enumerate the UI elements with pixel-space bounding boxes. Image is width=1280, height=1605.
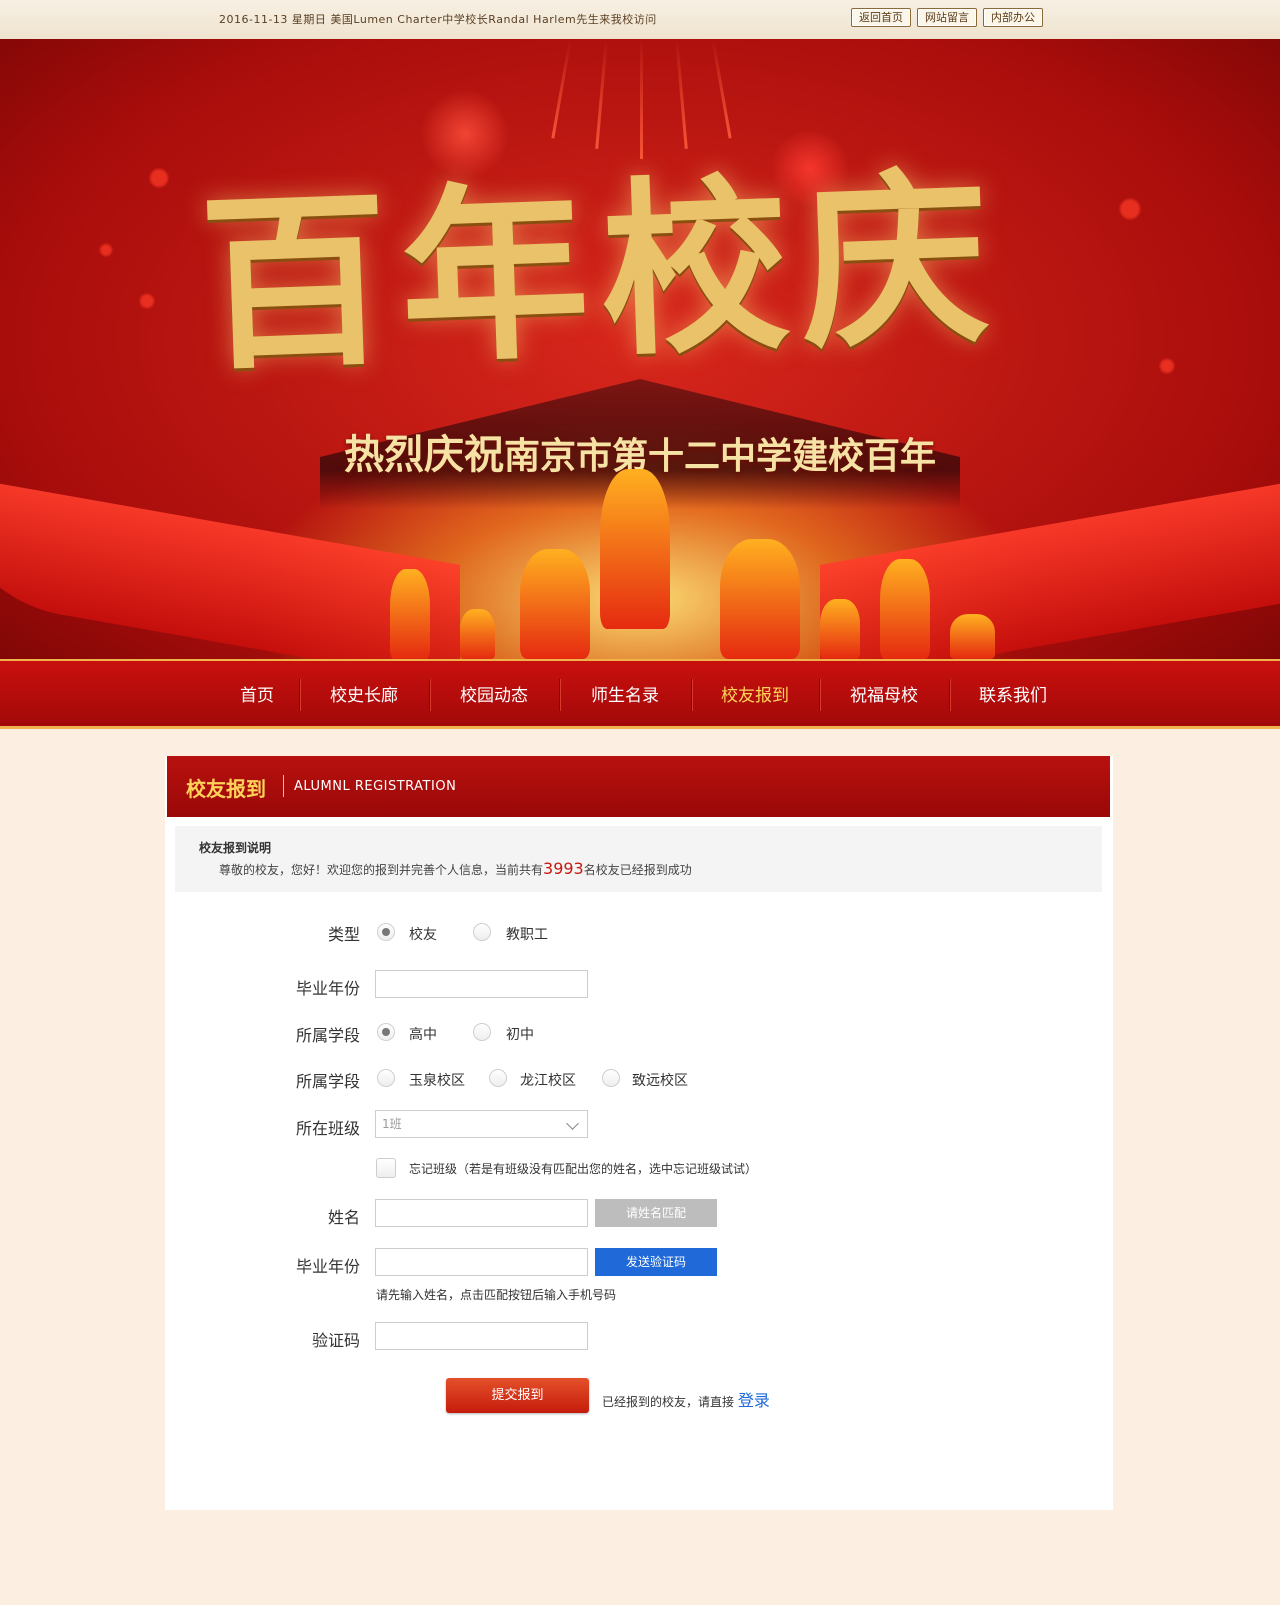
athlete-silhouette <box>390 569 430 659</box>
login-link[interactable]: 登录 <box>738 1391 770 1410</box>
athlete-silhouette <box>950 614 995 659</box>
class-select[interactable]: 1班 <box>375 1110 588 1138</box>
athlete-silhouette <box>820 599 860 659</box>
stage-radio-senior[interactable] <box>377 1023 395 1041</box>
registration-form: 类型 校友 教职工 毕业年份 所属学段 高中 初中 所属学段 玉泉校区 龙江校区… <box>165 756 1113 1510</box>
type-option-staff[interactable]: 教职工 <box>506 924 548 944</box>
bokeh-dot <box>1160 359 1174 373</box>
intranet-link[interactable]: 内部办公 <box>983 8 1043 27</box>
send-code-button[interactable]: 发送验证码 <box>595 1248 717 1276</box>
bokeh-dot <box>1120 199 1140 219</box>
nav-item-news[interactable]: 校园动态 <box>429 661 559 726</box>
grad-year-label: 毕业年份 <box>295 979 360 998</box>
code-label: 验证码 <box>311 1331 360 1350</box>
phone-label: 毕业年份 <box>295 1257 360 1276</box>
bokeh-dot <box>100 244 112 256</box>
stage-radio-junior[interactable] <box>473 1023 491 1041</box>
stage-label: 所属学段 <box>295 1026 360 1045</box>
top-bar: 2016-11-13 星期日 美国Lumen Charter中学校长Randal… <box>0 0 1280 40</box>
registration-panel: 校友报到 ALUMNL REGISTRATION 校友报到说明 尊敬的校友，您好… <box>165 756 1113 1510</box>
home-link[interactable]: 返回首页 <box>851 8 911 27</box>
nav-item-contact[interactable]: 联系我们 <box>949 661 1077 726</box>
nav-item-directory[interactable]: 师生名录 <box>559 661 691 726</box>
code-input[interactable] <box>375 1322 588 1350</box>
type-radio-staff[interactable] <box>473 923 491 941</box>
athlete-silhouette <box>600 469 670 629</box>
bokeh-dot <box>150 169 168 187</box>
news-ticker[interactable]: 2016-11-13 星期日 美国Lumen Charter中学校长Randal… <box>219 11 657 27</box>
bokeh-dot <box>140 294 154 308</box>
class-label: 所在班级 <box>295 1119 360 1138</box>
athlete-silhouette <box>520 549 590 659</box>
campus-option-longjiang[interactable]: 龙江校区 <box>520 1070 576 1090</box>
top-links: 返回首页 网站留言 内部办公 <box>851 8 1043 27</box>
type-label: 类型 <box>327 925 360 944</box>
athlete-silhouette <box>460 609 495 659</box>
stage-option-senior[interactable]: 高中 <box>409 1024 437 1044</box>
main-nav: 首页 校史长廊 校园动态 师生名录 校友报到 祝福母校 联系我们 <box>0 659 1280 729</box>
phone-hint: 请先输入姓名，点击匹配按钮后输入手机号码 <box>376 1288 617 1302</box>
login-tip-text: 已经报到的校友，请直接 <box>602 1395 738 1409</box>
name-label: 姓名 <box>327 1208 360 1227</box>
name-input[interactable] <box>375 1199 588 1227</box>
subtitle-highlight: 热烈庆祝 <box>343 432 504 478</box>
forget-class-label[interactable]: 忘记班级（若是有班级没有匹配出您的姓名，选中忘记班级试试） <box>409 1160 757 1177</box>
login-tip: 已经报到的校友，请直接 登录 <box>602 1387 770 1411</box>
campus-option-yuquan[interactable]: 玉泉校区 <box>409 1070 465 1090</box>
type-option-alumni[interactable]: 校友 <box>409 924 437 944</box>
nav-item-alumni-registration[interactable]: 校友报到 <box>691 661 819 726</box>
athlete-silhouette <box>880 559 930 659</box>
nav-item-home[interactable]: 首页 <box>215 661 299 726</box>
campus-radio-yuquan[interactable] <box>377 1069 395 1087</box>
grad-year-input[interactable] <box>375 970 588 998</box>
match-name-button[interactable]: 请姓名匹配 <box>595 1199 717 1227</box>
subtitle-text: 南京市第十二中学建校百年 <box>503 436 936 477</box>
submit-button[interactable]: 提交报到 <box>446 1378 589 1413</box>
hero-banner: 百年校庆 热烈庆祝南京市第十二中学建校百年 <box>0 39 1280 659</box>
chevron-down-icon <box>566 1117 579 1130</box>
nav-item-blessings[interactable]: 祝福母校 <box>819 661 949 726</box>
forget-class-checkbox[interactable] <box>376 1158 396 1178</box>
type-radio-alumni[interactable] <box>377 923 395 941</box>
nav-item-history[interactable]: 校史长廊 <box>299 661 429 726</box>
campus-option-zhiyuan[interactable]: 致远校区 <box>632 1070 688 1090</box>
banner-title: 百年校庆 <box>196 147 1005 397</box>
guestbook-link[interactable]: 网站留言 <box>917 8 977 27</box>
athlete-silhouette <box>720 539 800 659</box>
stage-option-junior[interactable]: 初中 <box>506 1024 534 1044</box>
campus-radio-longjiang[interactable] <box>489 1069 507 1087</box>
campus-label: 所属学段 <box>295 1072 360 1091</box>
campus-radio-zhiyuan[interactable] <box>602 1069 620 1087</box>
phone-input[interactable] <box>375 1248 588 1276</box>
class-select-value: 1班 <box>382 1117 402 1131</box>
